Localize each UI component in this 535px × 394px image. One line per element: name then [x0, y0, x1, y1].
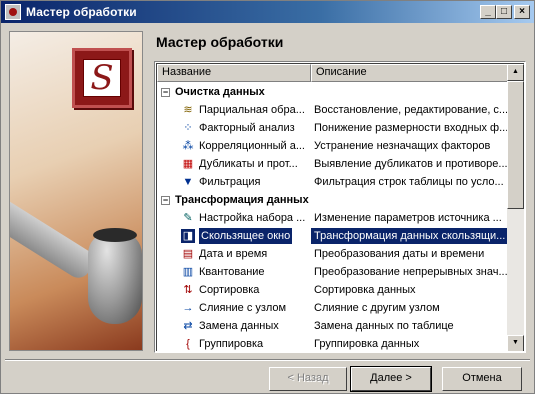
next-button[interactable]: Далее >: [350, 366, 432, 392]
maximize-button[interactable]: □: [496, 5, 512, 19]
app-logo: S: [72, 48, 132, 108]
item-name-cell: ⁂ Корреляционный а...: [157, 139, 311, 153]
quantization-icon: ▥: [182, 266, 194, 278]
replace-data-icon: ⇄: [183, 320, 193, 332]
cancel-button[interactable]: Отмена: [442, 367, 522, 391]
factor-analysis-icon: ⁘: [183, 122, 193, 134]
collapse-icon[interactable]: −: [161, 195, 170, 205]
item-description: Преобразования даты и времени: [314, 248, 485, 260]
app-icon: [5, 4, 21, 20]
handlers-list-viewport: Название Описание − Очистка данных ≋ Парциа…: [156, 63, 524, 351]
list-item[interactable]: ▦ Дубликаты и прот... Выявление дубликатов…: [157, 155, 508, 173]
item-name-cell: ◨ Скользящее окно: [157, 228, 311, 244]
item-description: Сортировка данных: [314, 284, 416, 296]
column-header-name[interactable]: Название: [157, 64, 311, 82]
item-name-cell: ⇅ Сортировка: [157, 283, 311, 297]
minimize-button[interactable]: _: [480, 5, 496, 19]
date-time-icon: ▤: [182, 248, 194, 260]
title-bar[interactable]: Мастер обработки _ □ ×: [1, 1, 534, 23]
list-item[interactable]: ≋ Парциальная обра... Восстановление, реда…: [157, 101, 508, 119]
item-description: Слияние с другим узлом: [314, 302, 440, 314]
vertical-scrollbar[interactable]: ▲ ▼: [507, 64, 524, 351]
item-name-cell: { Группировка: [157, 337, 311, 351]
item-description: Устранение незначащих факторов: [314, 140, 491, 152]
list-item[interactable]: ▤ Дата и время Преобразования даты и време…: [157, 245, 508, 263]
item-name: Парциальная обра...: [199, 104, 305, 116]
list-header: Название Описание: [157, 64, 508, 82]
list-item[interactable]: ⇄ Замена данных Замена данных по таблице: [157, 317, 508, 335]
column-header-description[interactable]: Описание: [311, 64, 508, 82]
wizard-heading: Мастер обработки: [156, 34, 284, 50]
list-rows: − Очистка данных ≋ Парциальная обра... Восст…: [157, 83, 508, 351]
item-name: Настройка набора ...: [199, 212, 306, 224]
sliding-window-icon: ◨: [181, 229, 195, 243]
close-button[interactable]: ×: [514, 5, 530, 19]
list-item[interactable]: ✎ Настройка набора ... Изменение параметро…: [157, 209, 508, 227]
item-name: Факторный анализ: [199, 122, 295, 134]
pipe-bowl-graphic: [88, 232, 142, 324]
merge-icon: →: [182, 302, 194, 314]
wizard-side-image: S: [9, 31, 143, 351]
item-name: Сортировка: [199, 284, 260, 296]
list-item[interactable]: { Группировка Группировка данных: [157, 335, 508, 351]
item-name: Корреляционный а...: [199, 140, 305, 152]
window-title: Мастер обработки: [26, 5, 137, 19]
group-label: Трансформация данных: [175, 194, 309, 206]
item-description: Трансформация данных скользящи...: [311, 228, 508, 244]
item-description: Замена данных по таблице: [314, 320, 454, 332]
list-item[interactable]: ⁘ Факторный анализ Понижение размерности в…: [157, 119, 508, 137]
item-description: Понижение размерности входных ф...: [314, 122, 508, 134]
item-name-cell: ≋ Парциальная обра...: [157, 103, 311, 117]
item-name: Замена данных: [199, 320, 279, 332]
item-name: Дубликаты и прот...: [199, 158, 298, 170]
item-name-cell: ▦ Дубликаты и прот...: [157, 157, 311, 171]
duplicates-icon: ▦: [182, 158, 194, 170]
item-name: Скользящее окно: [199, 228, 293, 244]
item-name: Дата и время: [199, 248, 268, 260]
item-description: Выявление дубликатов и противоре...: [314, 158, 508, 170]
pipe-stem-graphic: [10, 194, 99, 283]
list-item[interactable]: ⁂ Корреляционный а... Устранение незначащи…: [157, 137, 508, 155]
scroll-up-button[interactable]: ▲: [507, 64, 524, 81]
sorting-icon: ⇅: [183, 284, 193, 296]
wizard-window: Мастер обработки _ □ × S Мастер обработк…: [0, 0, 535, 394]
item-name-cell: ⇄ Замена данных: [157, 319, 311, 333]
item-description: Группировка данных: [314, 338, 420, 350]
partial-processing-icon: ≋: [183, 104, 193, 116]
list-item[interactable]: → Слияние с узлом Слияние с другим узлом: [157, 299, 508, 317]
item-description: Восстановление, редактирование, с...: [314, 104, 508, 116]
item-name-cell: ▼ Фильтрация: [157, 175, 311, 189]
list-item[interactable]: ▥ Квантование Преобразование непрерывных з…: [157, 263, 508, 281]
footer-separator: [5, 359, 530, 361]
pipe-opening-graphic: [93, 228, 137, 242]
filter-icon: ▼: [182, 176, 194, 188]
item-name-cell: ▥ Квантование: [157, 265, 311, 279]
item-name-cell: ⁘ Факторный анализ: [157, 121, 311, 135]
group-label: Очистка данных: [175, 86, 265, 98]
group-row[interactable]: − Трансформация данных: [157, 191, 508, 209]
item-name-cell: ▤ Дата и время: [157, 247, 311, 261]
correlation-icon: ⁂: [182, 140, 194, 152]
list-item[interactable]: ⇅ Сортировка Сортировка данных: [157, 281, 508, 299]
group-row[interactable]: − Очистка данных: [157, 83, 508, 101]
scroll-thumb[interactable]: [507, 81, 524, 209]
dataset-settings-icon: ✎: [183, 212, 193, 224]
item-name: Слияние с узлом: [199, 302, 287, 314]
logo-letter: S: [83, 58, 121, 98]
item-name-cell: ✎ Настройка набора ...: [157, 211, 311, 225]
item-name: Фильтрация: [199, 176, 261, 188]
item-name: Квантование: [199, 266, 265, 278]
item-description: Фильтрация строк таблицы по усло...: [314, 176, 504, 188]
back-button[interactable]: < Назад: [269, 367, 347, 391]
collapse-icon[interactable]: −: [161, 87, 170, 97]
item-name-cell: → Слияние с узлом: [157, 301, 311, 315]
grouping-icon: {: [186, 338, 190, 350]
list-item[interactable]: ▼ Фильтрация Фильтрация строк таблицы по у…: [157, 173, 508, 191]
item-name: Группировка: [199, 338, 264, 350]
list-item[interactable]: ◨ Скользящее окно Трансформация данных ско…: [157, 227, 508, 245]
scroll-down-button[interactable]: ▼: [507, 335, 524, 351]
item-description: Преобразование непрерывных знач...: [314, 266, 508, 278]
handlers-list[interactable]: Название Описание − Очистка данных ≋ Парциа…: [154, 61, 526, 353]
item-description: Изменение параметров источника ...: [314, 212, 502, 224]
